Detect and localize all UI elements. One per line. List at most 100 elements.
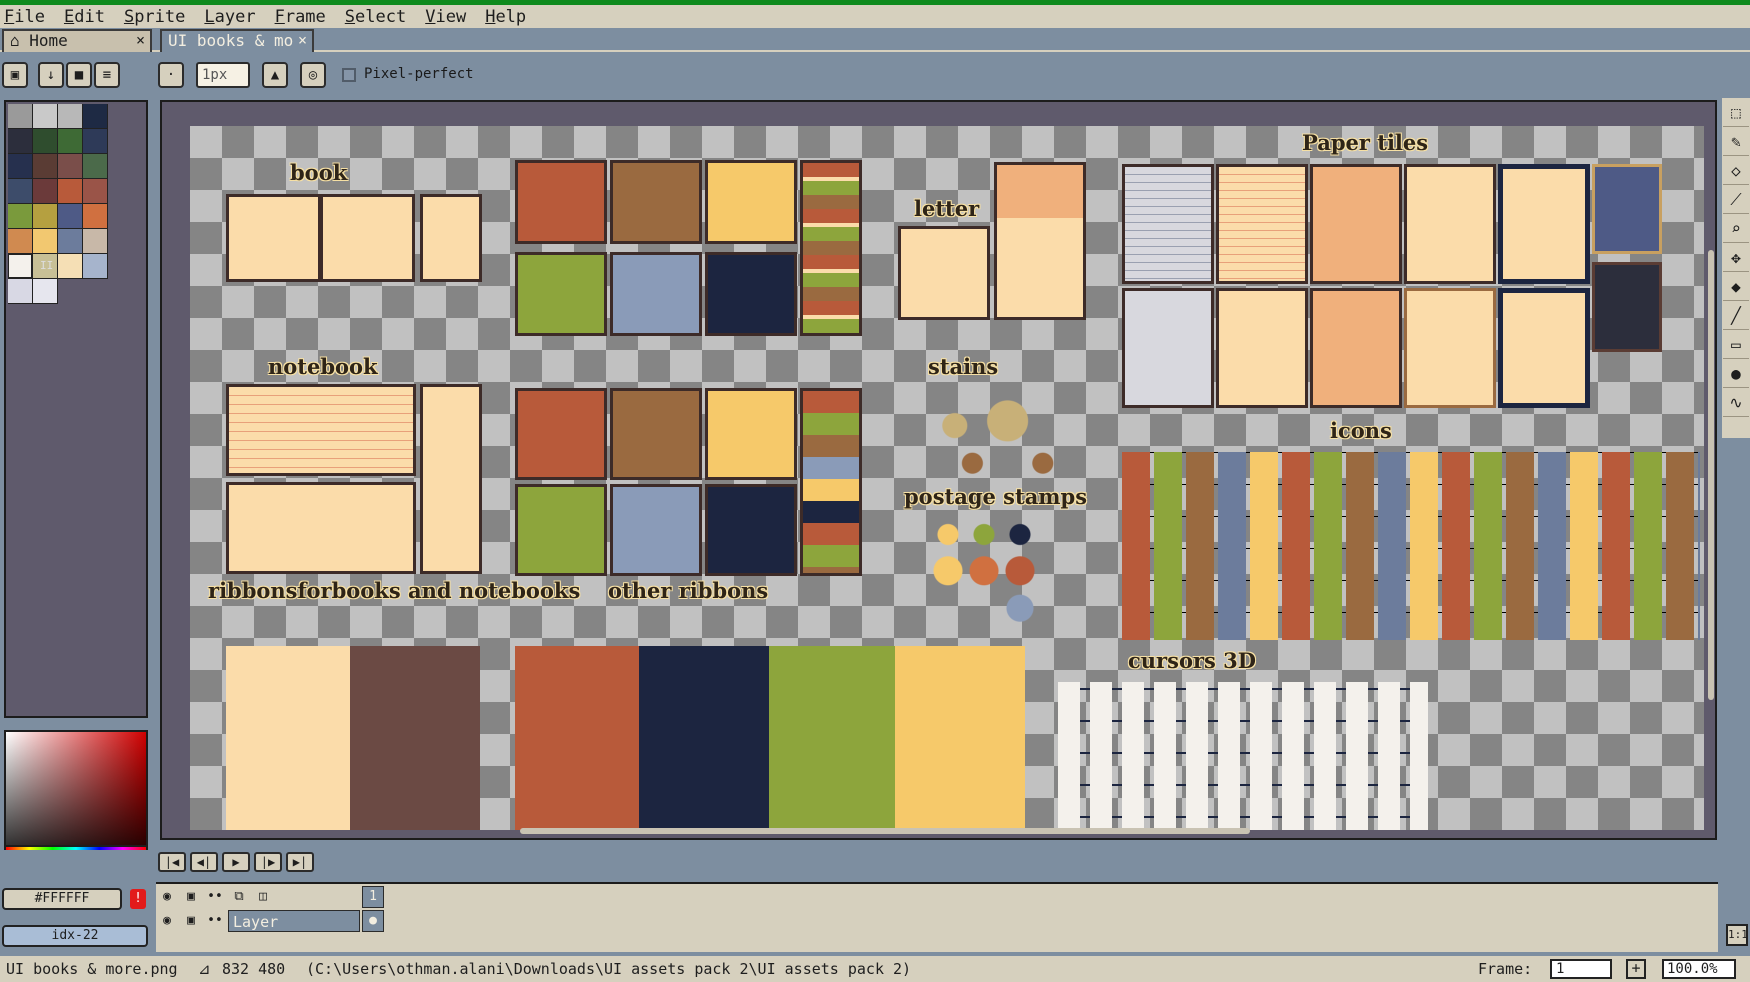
layer-row[interactable]: ◉ ▣ •• Layer ● xyxy=(156,910,1718,932)
palette-swatch[interactable] xyxy=(58,229,83,254)
close-icon[interactable]: × xyxy=(298,31,307,50)
spray-icon[interactable]: ∿ xyxy=(1723,389,1749,417)
eye-icon[interactable]: ◉ xyxy=(156,887,178,907)
tab-home[interactable]: ⌂ Home × xyxy=(2,29,152,52)
palette-swatch[interactable] xyxy=(83,154,108,179)
frame-header[interactable]: 1 xyxy=(362,886,384,908)
menu-help[interactable]: Help xyxy=(485,7,526,27)
menu-layer[interactable]: Layer xyxy=(204,7,255,27)
palette-swatch[interactable] xyxy=(83,204,108,229)
palette-white-swatch[interactable] xyxy=(8,254,32,278)
menu-select[interactable]: Select xyxy=(345,7,406,27)
pixel-perfect-label: Pixel-perfect xyxy=(364,66,474,82)
zoom-icon[interactable]: ⌕ xyxy=(1723,215,1749,243)
palette-swatch[interactable] xyxy=(33,179,58,204)
palette-swatch[interactable] xyxy=(33,229,58,254)
onion-skin-icon[interactable]: •• xyxy=(204,887,226,907)
resize-icon: ⊿ xyxy=(198,960,211,978)
palette-swatch[interactable] xyxy=(33,129,58,154)
palette-swatch[interactable] xyxy=(33,104,58,129)
prev-frame-icon[interactable]: ◀| xyxy=(190,852,218,872)
first-frame-icon[interactable]: |◀ xyxy=(158,852,186,872)
line-icon[interactable]: ╱ xyxy=(1723,302,1749,330)
palette-swatch[interactable] xyxy=(33,154,58,179)
square-icon[interactable]: ■ xyxy=(66,62,92,88)
palette-swatch[interactable] xyxy=(8,104,33,129)
frame-input[interactable]: 1 xyxy=(1550,959,1612,979)
ink-icon[interactable]: ▲ xyxy=(262,62,288,88)
cel-dot-icon[interactable]: ● xyxy=(362,910,384,932)
horizontal-scrollbar[interactable] xyxy=(520,828,1250,834)
tab-document-label: UI books & mo xyxy=(168,31,294,50)
blur-icon[interactable]: ● xyxy=(1723,360,1749,388)
zoom-input[interactable]: 100.0% xyxy=(1662,959,1736,979)
close-icon[interactable]: × xyxy=(136,31,145,50)
palette-swatch[interactable] xyxy=(83,129,108,154)
palette-swatch[interactable] xyxy=(8,179,33,204)
layer-name[interactable]: Layer xyxy=(228,910,360,932)
timeline-zoom-icon[interactable]: 1:1 xyxy=(1726,924,1748,946)
palette-swatch[interactable] xyxy=(8,279,33,304)
book-spines xyxy=(800,160,862,336)
palette-swatch[interactable] xyxy=(58,179,83,204)
color-index[interactable]: idx-22 xyxy=(2,925,148,947)
lock-icon[interactable]: ▣ xyxy=(2,62,28,88)
palette-swatch[interactable] xyxy=(33,204,58,229)
eye-icon[interactable]: ◉ xyxy=(156,911,178,931)
paper-framed-navy xyxy=(1498,164,1590,284)
stains-sprites xyxy=(902,388,1078,482)
palette-swatch[interactable] xyxy=(83,179,108,204)
lock-icon[interactable]: ▣ xyxy=(180,911,202,931)
label-icons: icons xyxy=(1330,418,1392,443)
palette-swatch[interactable] xyxy=(33,279,58,304)
palette-swatch[interactable] xyxy=(8,154,33,179)
menu-frame[interactable]: Frame xyxy=(275,7,326,27)
next-frame-icon[interactable]: |▶ xyxy=(254,852,282,872)
lines-icon[interactable]: ≡ xyxy=(94,62,120,88)
add-frame-icon[interactable]: + xyxy=(1626,959,1646,979)
rectangle-icon[interactable]: ▭ xyxy=(1723,331,1749,359)
arrow-down-icon[interactable]: ↓ xyxy=(38,62,64,88)
notebook-spines xyxy=(800,388,862,576)
alert-icon[interactable]: ! xyxy=(130,889,146,909)
palette-swatch[interactable] xyxy=(83,229,108,254)
brush-dot-icon[interactable]: · xyxy=(158,62,184,88)
target-icon[interactable]: ◎ xyxy=(300,62,326,88)
eraser-icon[interactable]: ◇ xyxy=(1723,157,1749,185)
palette-swatch[interactable] xyxy=(58,154,83,179)
menu-edit[interactable]: Edit xyxy=(64,7,105,27)
home-icon: ⌂ xyxy=(10,31,20,50)
eyedropper-icon[interactable]: ⟋ xyxy=(1723,186,1749,214)
move-icon[interactable]: ✥ xyxy=(1723,244,1749,272)
palette-swatch[interactable] xyxy=(58,254,83,279)
tab-home-label: Home xyxy=(29,31,68,50)
brush-size-input[interactable]: 1px xyxy=(196,62,250,88)
tab-document[interactable]: UI books & mo × xyxy=(160,29,314,52)
vertical-scrollbar[interactable] xyxy=(1708,250,1714,700)
palette-swatch[interactable] xyxy=(83,254,108,279)
last-frame-icon[interactable]: ▶| xyxy=(286,852,314,872)
palette-swatch[interactable] xyxy=(83,104,108,129)
palette-swatch[interactable] xyxy=(8,229,33,254)
pencil-icon[interactable]: ✎ xyxy=(1723,128,1749,156)
new-cel-icon[interactable]: ◫ xyxy=(252,887,274,907)
menu-file[interactable]: File xyxy=(4,7,45,27)
palette-swatch[interactable] xyxy=(8,129,33,154)
continuous-icon[interactable]: •• xyxy=(204,911,226,931)
lock-icon[interactable]: ▣ xyxy=(180,887,202,907)
foreground-color[interactable]: #FFFFFF xyxy=(2,888,122,910)
sprite-canvas[interactable]: book notebook letter stains postage stam… xyxy=(190,126,1704,830)
fill-icon[interactable]: ◆ xyxy=(1723,273,1749,301)
pixel-perfect-checkbox[interactable] xyxy=(342,68,356,82)
palette-swatch[interactable] xyxy=(58,204,83,229)
link-icon[interactable]: ⧉ xyxy=(228,887,250,907)
palette-swatch[interactable] xyxy=(8,204,33,229)
play-icon[interactable]: ▶ xyxy=(222,852,250,872)
menu-view[interactable]: View xyxy=(425,7,466,27)
palette-swatch[interactable] xyxy=(58,129,83,154)
label-ribbons-books: ribbonsforbooks and notebooks xyxy=(208,578,581,603)
menu-sprite[interactable]: Sprite xyxy=(124,7,185,27)
palette-swatch[interactable] xyxy=(58,104,83,129)
envelope-open xyxy=(994,162,1086,320)
marquee-icon[interactable]: ⬚ xyxy=(1723,99,1749,127)
